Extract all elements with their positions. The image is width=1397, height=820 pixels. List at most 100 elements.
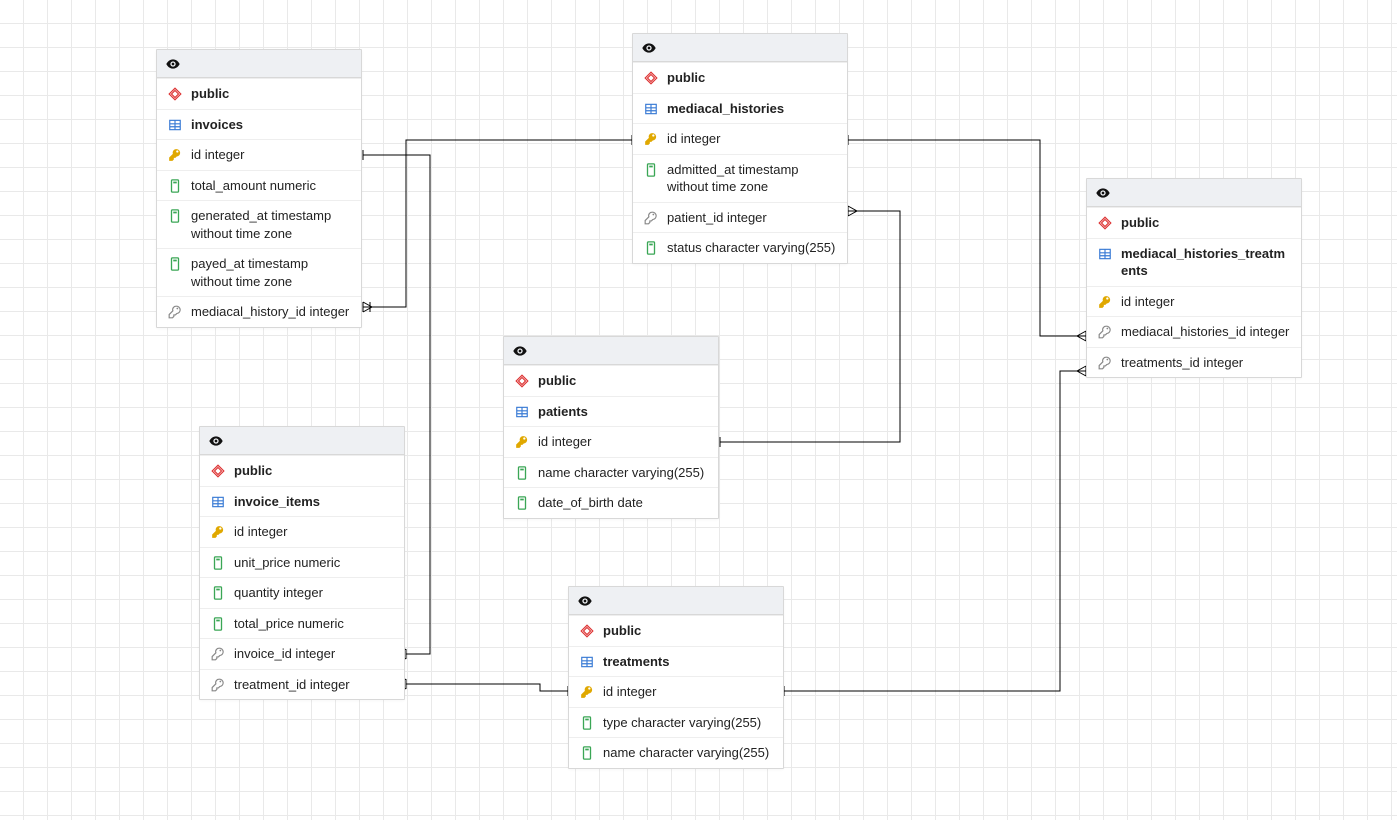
schema-row[interactable]: public [200, 455, 404, 486]
table-row[interactable]: invoices [157, 109, 361, 140]
column-row[interactable]: id integer [633, 123, 847, 154]
entity-header[interactable] [200, 427, 404, 455]
entity-invoice-items[interactable]: public invoice_items id integer unit_pri… [199, 426, 405, 700]
entity-patients[interactable]: public patients id integer name characte… [503, 336, 719, 519]
entity-invoices[interactable]: public invoices id integer total_amount … [156, 49, 362, 328]
table-icon [514, 404, 530, 420]
entity-mediacal-histories[interactable]: public mediacal_histories id integer adm… [632, 33, 848, 264]
column-row[interactable]: treatment_id integer [200, 669, 404, 700]
column-row[interactable]: quantity integer [200, 577, 404, 608]
column-row[interactable]: unit_price numeric [200, 547, 404, 578]
column-row[interactable]: payed_at timestamp without time zone [157, 248, 361, 296]
table-row[interactable]: invoice_items [200, 486, 404, 517]
schema-row[interactable]: public [157, 78, 361, 109]
column-icon [643, 240, 659, 256]
entity-header[interactable] [504, 337, 718, 365]
foreign-key-icon [1097, 355, 1113, 371]
column-row[interactable]: date_of_birth date [504, 487, 718, 518]
column-row[interactable]: patient_id integer [633, 202, 847, 233]
column-icon [579, 745, 595, 761]
entity-mediacal-histories-treatments[interactable]: public mediacal_histories_treatments id … [1086, 178, 1302, 378]
column-row[interactable]: id integer [504, 426, 718, 457]
schema-icon [514, 373, 530, 389]
schema-name: public [191, 85, 351, 103]
column-label: quantity integer [234, 584, 394, 602]
column-label: payed_at timestamp without time zone [191, 255, 351, 290]
column-row[interactable]: id integer [200, 516, 404, 547]
key-icon [579, 684, 595, 700]
table-name: treatments [603, 653, 773, 671]
key-icon [1097, 294, 1113, 310]
column-label: total_price numeric [234, 615, 394, 633]
table-icon [1097, 246, 1113, 262]
column-row[interactable]: mediacal_history_id integer [157, 296, 361, 327]
table-row[interactable]: treatments [569, 646, 783, 677]
schema-icon [1097, 215, 1113, 231]
table-row[interactable]: mediacal_histories_treatments [1087, 238, 1301, 286]
column-label: id integer [191, 146, 351, 164]
column-label: id integer [1121, 293, 1291, 311]
table-row[interactable]: mediacal_histories [633, 93, 847, 124]
entity-treatments[interactable]: public treatments id integer type charac… [568, 586, 784, 769]
table-row[interactable]: patients [504, 396, 718, 427]
column-row[interactable]: admitted_at timestamp without time zone [633, 154, 847, 202]
column-icon [167, 178, 183, 194]
column-label: type character varying(255) [603, 714, 773, 732]
column-label: mediacal_histories_id integer [1121, 323, 1291, 341]
column-icon [514, 465, 530, 481]
column-label: id integer [538, 433, 708, 451]
key-icon [514, 434, 530, 450]
schema-name: public [234, 462, 394, 480]
table-name: patients [538, 403, 708, 421]
column-label: date_of_birth date [538, 494, 708, 512]
column-icon [210, 585, 226, 601]
column-label: generated_at timestamp without time zone [191, 207, 351, 242]
foreign-key-icon [210, 646, 226, 662]
column-row[interactable]: id integer [157, 139, 361, 170]
column-row[interactable]: mediacal_histories_id integer [1087, 316, 1301, 347]
entity-header[interactable] [157, 50, 361, 78]
column-row[interactable]: status character varying(255) [633, 232, 847, 263]
entity-header[interactable] [569, 587, 783, 615]
entity-header[interactable] [633, 34, 847, 62]
column-row[interactable]: type character varying(255) [569, 707, 783, 738]
column-label: invoice_id integer [234, 645, 394, 663]
column-row[interactable]: generated_at timestamp without time zone [157, 200, 361, 248]
column-row[interactable]: total_price numeric [200, 608, 404, 639]
column-label: name character varying(255) [603, 744, 773, 762]
schema-name: public [538, 372, 708, 390]
column-row[interactable]: name character varying(255) [569, 737, 783, 768]
column-row[interactable]: id integer [1087, 286, 1301, 317]
column-label: total_amount numeric [191, 177, 351, 195]
column-label: id integer [667, 130, 837, 148]
column-row[interactable]: treatments_id integer [1087, 347, 1301, 378]
column-icon [167, 256, 183, 272]
column-icon [167, 208, 183, 224]
schema-row[interactable]: public [569, 615, 783, 646]
schema-row[interactable]: public [504, 365, 718, 396]
table-icon [643, 101, 659, 117]
column-row[interactable]: invoice_id integer [200, 638, 404, 669]
eye-icon [1095, 185, 1111, 201]
column-label: unit_price numeric [234, 554, 394, 572]
schema-icon [167, 86, 183, 102]
entity-header[interactable] [1087, 179, 1301, 207]
eye-icon [208, 433, 224, 449]
column-label: id integer [234, 523, 394, 541]
table-icon [579, 654, 595, 670]
column-row[interactable]: name character varying(255) [504, 457, 718, 488]
column-row[interactable]: total_amount numeric [157, 170, 361, 201]
schema-name: public [603, 622, 773, 640]
column-icon [210, 555, 226, 571]
column-label: treatment_id integer [234, 676, 394, 694]
table-name: invoice_items [234, 493, 394, 511]
schema-row[interactable]: public [633, 62, 847, 93]
foreign-key-icon [210, 677, 226, 693]
column-label: mediacal_history_id integer [191, 303, 351, 321]
schema-name: public [1121, 214, 1291, 232]
table-name: invoices [191, 116, 351, 134]
column-label: status character varying(255) [667, 239, 837, 257]
column-row[interactable]: id integer [569, 676, 783, 707]
column-icon [514, 495, 530, 511]
schema-row[interactable]: public [1087, 207, 1301, 238]
